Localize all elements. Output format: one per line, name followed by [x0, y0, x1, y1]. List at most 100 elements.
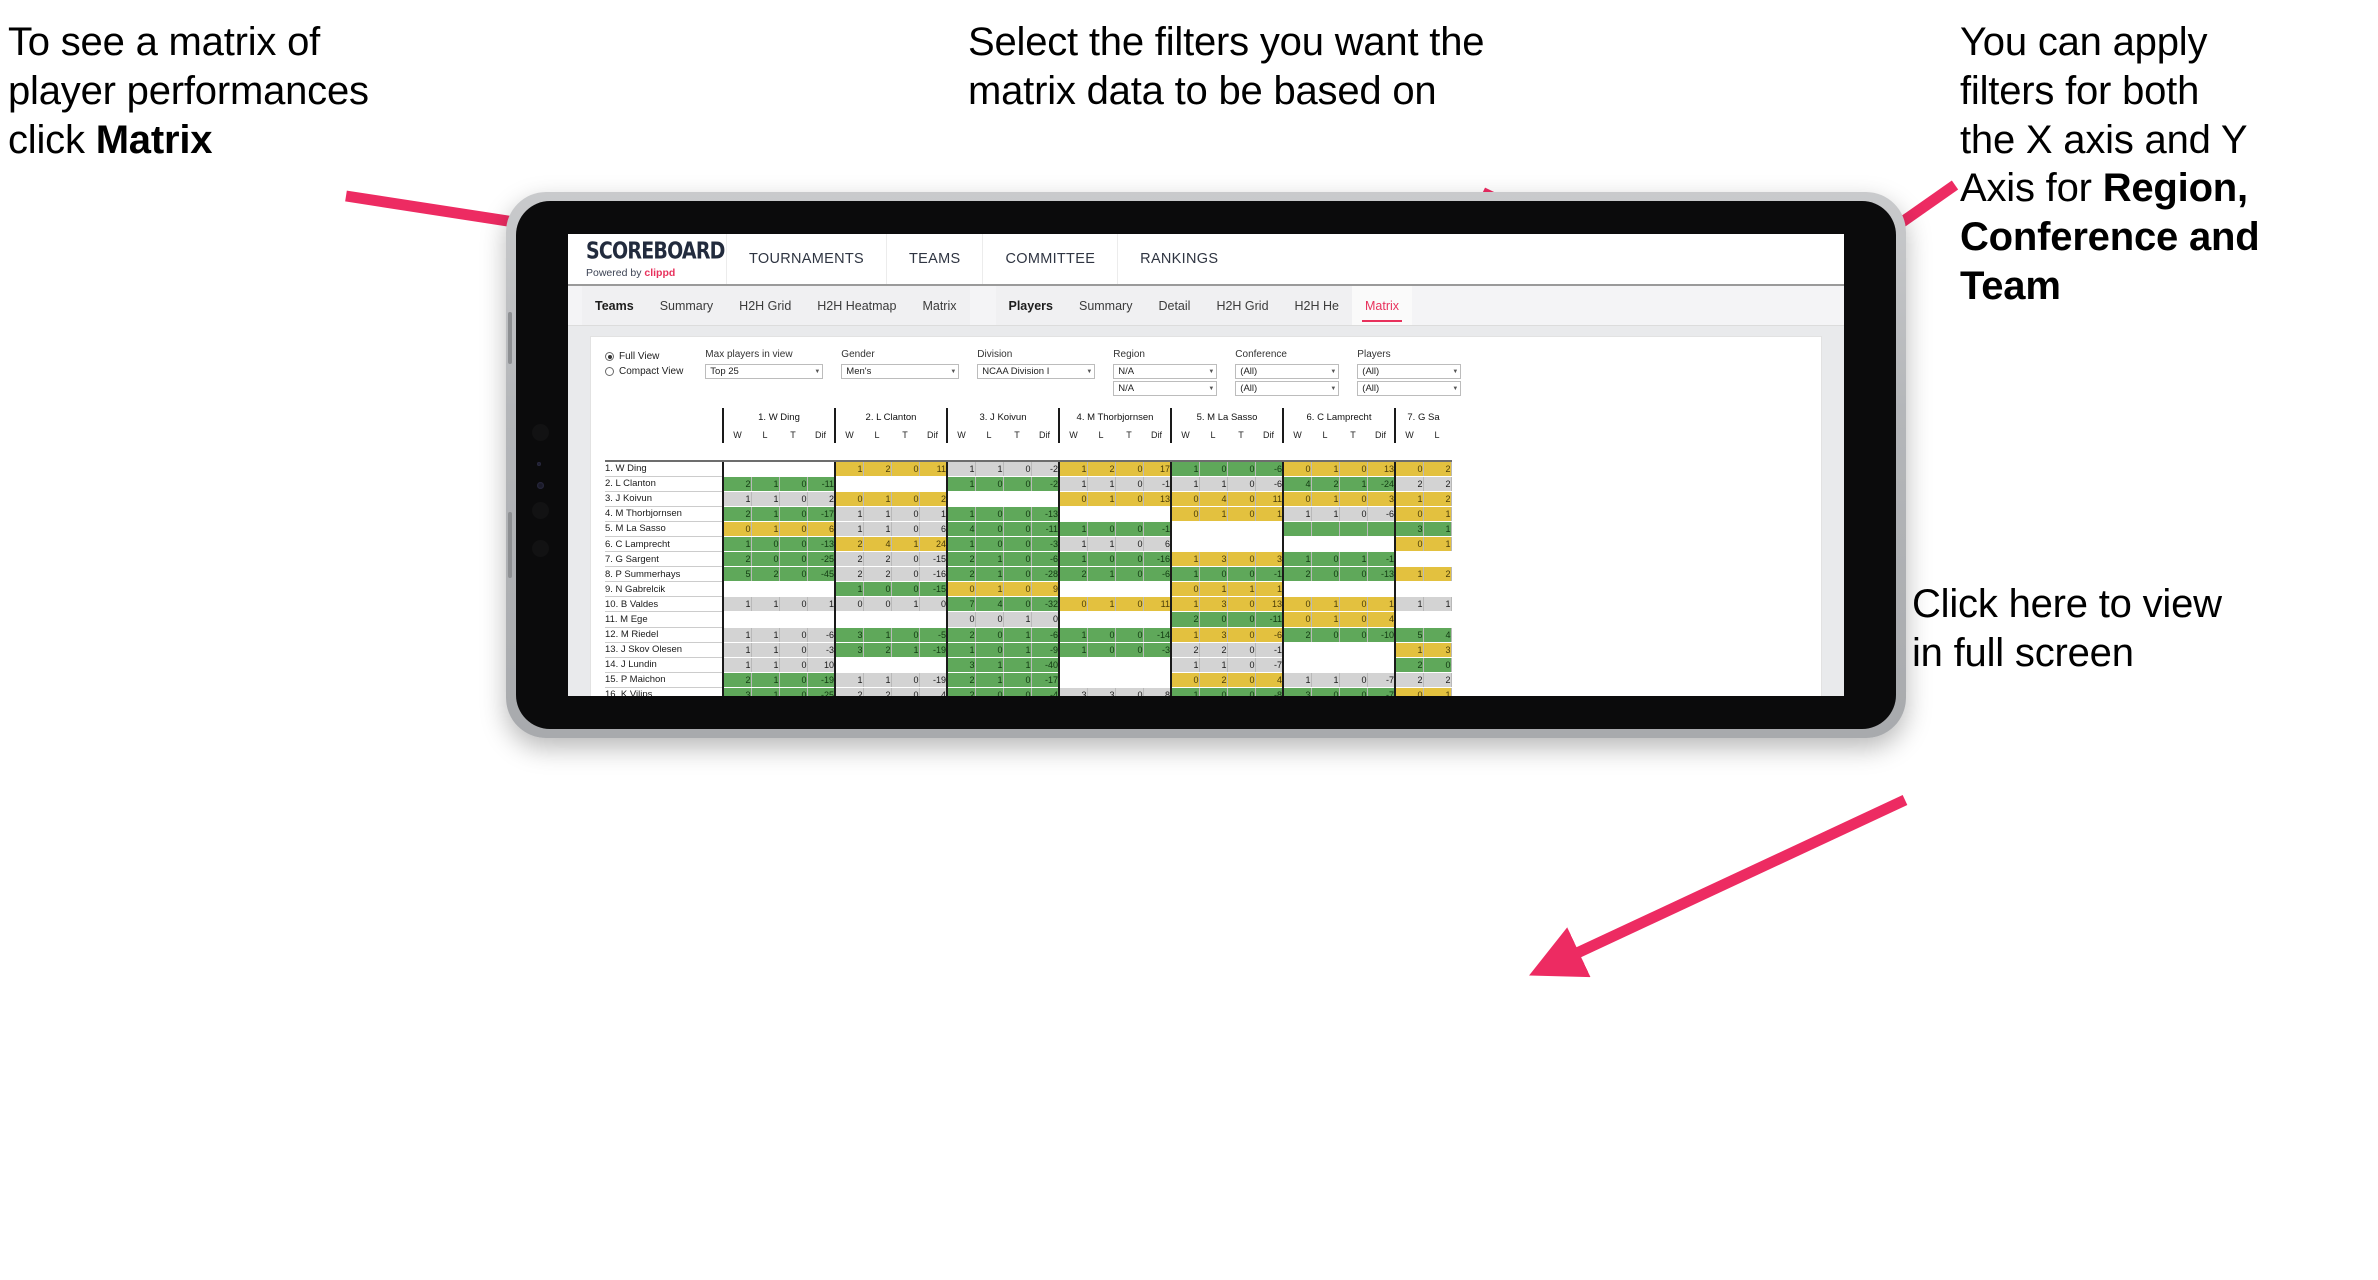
matrix-cell[interactable] [1143, 611, 1172, 628]
matrix-cell[interactable] [1170, 536, 1200, 553]
matrix-cell[interactable] [834, 611, 864, 628]
matrix-cell[interactable]: 1 [751, 476, 780, 492]
matrix-cell[interactable]: -1 [1143, 521, 1172, 537]
matrix-cell[interactable]: -13 [807, 536, 836, 553]
matrix-cell[interactable]: 2 [1282, 627, 1312, 643]
matrix-cell[interactable]: 0 [1282, 596, 1312, 613]
matrix-cell[interactable] [1282, 581, 1312, 598]
matrix-cell[interactable]: 1 [751, 657, 780, 673]
tab-players-detail[interactable]: Detail [1145, 286, 1203, 325]
matrix-cell[interactable]: 0 [1227, 672, 1256, 688]
matrix-cell[interactable]: 13 [1255, 596, 1284, 613]
matrix-cell[interactable] [891, 476, 920, 492]
matrix-cell[interactable] [751, 581, 780, 598]
matrix-cell[interactable]: 0 [1003, 566, 1032, 583]
matrix-cell[interactable]: 0 [1003, 551, 1032, 568]
matrix-cell[interactable] [779, 461, 808, 477]
matrix-cell[interactable]: 0 [1087, 551, 1116, 568]
matrix-cell[interactable]: 0 [1199, 611, 1228, 628]
matrix-cell[interactable]: 2 [1423, 491, 1452, 507]
matrix-cell[interactable]: 1 [1255, 506, 1284, 522]
matrix-cell[interactable]: -6 [1255, 461, 1284, 477]
matrix-cell[interactable]: -9 [1031, 642, 1060, 658]
matrix-cell[interactable]: 0 [779, 642, 808, 658]
matrix-cell[interactable] [1282, 642, 1312, 658]
matrix-cell[interactable]: 0 [1227, 476, 1256, 492]
matrix-cell[interactable]: 1 [751, 521, 780, 537]
matrix-cell[interactable]: 1 [1199, 506, 1228, 522]
matrix-cell[interactable]: 0 [891, 581, 920, 598]
matrix-cell[interactable]: 11 [919, 461, 948, 477]
matrix-cell[interactable]: 1 [1087, 491, 1116, 507]
matrix-cell[interactable]: 0 [722, 521, 752, 537]
matrix-cell[interactable]: 0 [779, 521, 808, 537]
matrix-cell[interactable] [1143, 672, 1172, 688]
matrix-cell[interactable]: 0 [1003, 596, 1032, 613]
matrix-cell[interactable]: 0 [779, 506, 808, 522]
matrix-cell[interactable]: 3 [1087, 687, 1116, 696]
matrix-cell[interactable]: -3 [807, 642, 836, 658]
matrix-cell[interactable]: 0 [1227, 611, 1256, 628]
matrix-cell[interactable]: 1 [975, 461, 1004, 477]
matrix-cell[interactable]: 0 [1227, 461, 1256, 477]
matrix-cell[interactable]: 1 [1170, 627, 1200, 643]
matrix-cell[interactable]: 2 [1087, 461, 1116, 477]
matrix-cell[interactable]: 2 [863, 566, 892, 583]
tab-teams-h2h-heatmap[interactable]: H2H Heatmap [804, 286, 909, 325]
matrix-cell[interactable]: 3 [1199, 596, 1228, 613]
matrix-cell[interactable]: -2 [1031, 461, 1060, 477]
matrix-row[interactable]: 15. P Maichon 2 1 0 -19 1 1 0 -19 2 1 0 -17 0 2 0 4 1 1 0 -7… [605, 672, 1452, 688]
matrix-cell[interactable]: 3 [946, 657, 976, 673]
matrix-cell[interactable]: -6 [1143, 566, 1172, 583]
filter-division-select[interactable]: NCAA Division I ▼ [977, 364, 1096, 379]
matrix-cell[interactable] [1367, 581, 1396, 598]
matrix-cell[interactable]: -7 [1367, 672, 1396, 688]
matrix-cell[interactable]: 2 [834, 536, 864, 553]
matrix-cell[interactable] [1087, 581, 1116, 598]
matrix-cell[interactable]: 0 [1311, 687, 1340, 696]
matrix-cell[interactable]: 0 [1339, 672, 1368, 688]
matrix-cell[interactable]: 1 [1311, 506, 1340, 522]
matrix-cell[interactable]: 0 [1311, 551, 1340, 568]
matrix-cell[interactable]: 0 [1199, 687, 1228, 696]
matrix-cell[interactable]: 2 [863, 687, 892, 696]
matrix-cell[interactable]: 1 [1003, 611, 1032, 628]
matrix-cell[interactable]: 2 [863, 551, 892, 568]
matrix-cell[interactable]: 2 [946, 672, 976, 688]
matrix-cell[interactable]: 1 [1058, 536, 1088, 553]
matrix-cell[interactable]: 0 [919, 596, 948, 613]
matrix-cell[interactable]: 1 [1170, 596, 1200, 613]
matrix-cell[interactable]: -6 [1031, 627, 1060, 643]
matrix-cell[interactable]: 3 [834, 642, 864, 658]
matrix-cell[interactable]: 0 [1115, 627, 1144, 643]
matrix-cell[interactable]: 6 [807, 521, 836, 537]
matrix-cell[interactable]: 1 [1394, 642, 1424, 658]
matrix-cell[interactable]: 0 [1115, 596, 1144, 613]
matrix-cell[interactable] [1227, 536, 1256, 553]
matrix-cell[interactable]: 1 [946, 476, 976, 492]
matrix-cell[interactable]: 0 [863, 596, 892, 613]
matrix-cell[interactable]: 0 [1339, 596, 1368, 613]
matrix-cell[interactable]: 1 [1311, 672, 1340, 688]
matrix-cell[interactable]: -16 [919, 566, 948, 583]
matrix-cell[interactable]: 0 [891, 566, 920, 583]
matrix-cell[interactable]: -11 [1031, 521, 1060, 537]
matrix-cell[interactable]: 2 [863, 642, 892, 658]
matrix-cell[interactable]: -17 [1031, 672, 1060, 688]
matrix-cell[interactable]: 0 [1339, 461, 1368, 477]
matrix-cell[interactable]: 0 [779, 536, 808, 553]
matrix-cell[interactable]: -11 [807, 476, 836, 492]
matrix-cell[interactable]: 0 [779, 627, 808, 643]
matrix-cell[interactable] [722, 611, 752, 628]
matrix-cell[interactable]: 4 [946, 521, 976, 537]
matrix-cell[interactable]: 0 [1003, 476, 1032, 492]
matrix-cell[interactable] [1199, 521, 1228, 537]
matrix-cell[interactable]: 0 [1339, 566, 1368, 583]
matrix-cell[interactable]: 0 [1115, 687, 1144, 696]
nav-item-teams[interactable]: TEAMS [886, 234, 982, 284]
matrix-cell[interactable]: 9 [1031, 581, 1060, 598]
matrix-cell[interactable]: 1 [1367, 596, 1396, 613]
radio-compact-view[interactable]: Compact View [605, 366, 683, 377]
matrix-cell[interactable]: 1 [946, 506, 976, 522]
matrix-cell[interactable]: 0 [891, 551, 920, 568]
